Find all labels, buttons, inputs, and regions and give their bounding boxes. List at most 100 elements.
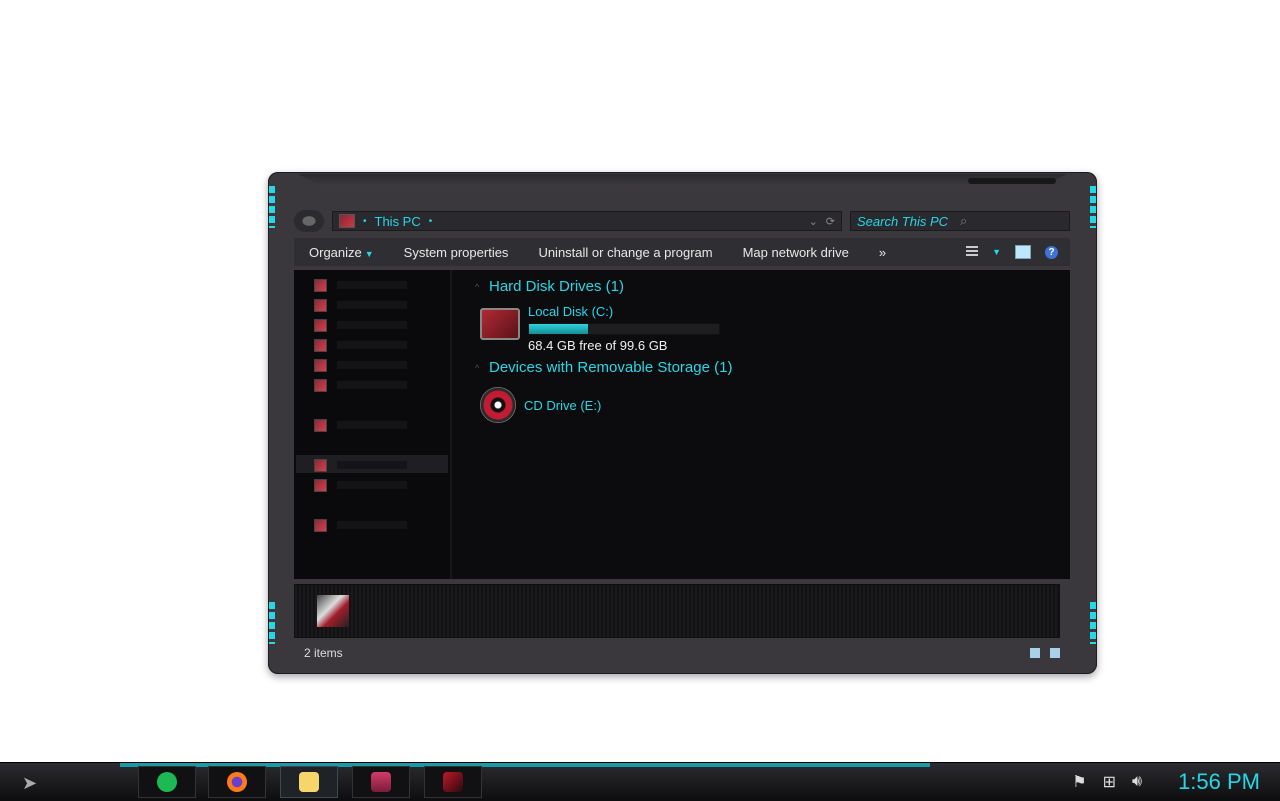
ssd-icon — [443, 772, 463, 792]
this-pc-icon — [317, 595, 349, 627]
nav-item-label — [337, 301, 407, 309]
spotify-icon — [157, 772, 177, 792]
change-view-icon[interactable] — [966, 246, 979, 258]
command-bar: Organize ▼ System properties Uninstall or… — [294, 238, 1070, 266]
taskbar: ➤ ⚑ ⊞ 🔊︎ 1:56 PM — [0, 762, 1280, 801]
chevron-down-icon[interactable]: ▼ — [992, 247, 1001, 257]
system-properties-button[interactable]: System properties — [389, 245, 524, 260]
pictures-icon — [314, 358, 327, 372]
organize-button[interactable]: Organize ▼ — [294, 245, 389, 260]
this-pc-icon — [371, 772, 391, 792]
this-pc-icon — [314, 458, 327, 472]
nav-item-label — [337, 521, 407, 529]
explorer-window: • This PC • ⌄ ⟳ Search This PC ⌕ Organiz… — [268, 172, 1097, 674]
drive-usage-fill — [529, 324, 588, 334]
homegroup-icon — [314, 418, 327, 432]
videos-icon — [314, 378, 327, 392]
nav-item[interactable] — [314, 478, 434, 492]
window-grip[interactable] — [968, 178, 1056, 184]
group-title: Hard Disk Drives (1) — [489, 278, 625, 295]
flag-icon[interactable]: ⚑ — [1072, 772, 1086, 792]
nav-item-label — [337, 321, 407, 329]
breadcrumb-chevron[interactable]: • — [429, 216, 433, 227]
details-pane — [294, 584, 1060, 638]
volume-icon[interactable]: 🔊︎ — [1132, 773, 1142, 791]
chevron-down-icon: ▼ — [364, 248, 374, 259]
large-icons-view-icon[interactable] — [1050, 648, 1060, 658]
nav-item-label — [337, 281, 407, 289]
group-header-hdd[interactable]: ^ Hard Disk Drives (1) — [475, 278, 624, 295]
system-tray: ⚑ ⊞ 🔊︎ 1:56 PM — [1072, 767, 1260, 797]
address-bar[interactable]: • This PC • ⌄ ⟳ — [332, 211, 842, 231]
preview-pane-icon[interactable] — [1015, 245, 1031, 259]
search-icon[interactable]: ⌕ — [960, 213, 1063, 229]
window-edge-accent — [1090, 602, 1096, 644]
cd-drive-icon — [480, 387, 516, 423]
this-pc-icon — [339, 214, 355, 228]
chevron-up-icon[interactable]: ^ — [475, 282, 483, 292]
breadcrumb-this-pc[interactable]: This PC — [375, 214, 421, 229]
download-icon — [314, 318, 327, 332]
drive-free-space: 68.4 GB free of 99.6 GB — [528, 338, 668, 353]
window-edge-accent — [1090, 186, 1096, 228]
network-icon[interactable]: ⊞ — [1103, 772, 1116, 792]
nav-item[interactable] — [314, 418, 434, 432]
chevron-down-icon[interactable]: ⌄ — [809, 215, 818, 228]
map-network-drive-button[interactable]: Map network drive — [728, 245, 864, 260]
drive-item-c[interactable]: Local Disk (C:) 68.4 GB free of 99.6 GB — [480, 304, 720, 353]
firefox-icon — [227, 772, 247, 792]
group-title: Devices with Removable Storage (1) — [489, 359, 733, 376]
document-icon — [314, 298, 327, 312]
drive-name: Local Disk (C:) — [528, 304, 614, 319]
nav-item[interactable] — [314, 278, 434, 292]
drive-icon — [314, 478, 327, 492]
help-icon[interactable]: ? — [1045, 245, 1058, 259]
nav-item[interactable] — [314, 318, 434, 332]
navigation-pane — [294, 270, 452, 579]
nav-item-label — [337, 361, 407, 369]
nav-item-label — [337, 461, 407, 469]
details-view-icon[interactable] — [1030, 648, 1040, 658]
file-view: ^ Hard Disk Drives (1) Local Disk (C:) 6… — [460, 270, 1070, 579]
uninstall-program-button[interactable]: Uninstall or change a program — [523, 245, 727, 260]
group-header-removable[interactable]: ^ Devices with Removable Storage (1) — [475, 359, 732, 376]
back-button[interactable] — [294, 210, 324, 232]
nav-item[interactable] — [314, 518, 434, 532]
item-count: 2 items — [304, 646, 343, 660]
taskbar-app-firefox[interactable] — [208, 766, 266, 798]
nav-item-label — [337, 481, 407, 489]
nav-item-label — [337, 421, 407, 429]
nav-item-label — [337, 341, 407, 349]
window-edge-accent — [269, 186, 275, 228]
drive-name: CD Drive (E:) — [524, 397, 602, 413]
taskbar-app-ssd[interactable] — [424, 766, 482, 798]
clock[interactable]: 1:56 PM — [1178, 769, 1260, 795]
main-panel: ^ Hard Disk Drives (1) Local Disk (C:) 6… — [294, 270, 1070, 579]
taskbar-app-file-explorer[interactable] — [280, 766, 338, 798]
organize-label: Organize — [309, 244, 362, 260]
window-edge-accent — [269, 602, 275, 644]
music-icon — [314, 338, 327, 352]
network-icon — [314, 518, 327, 532]
address-row: • This PC • ⌄ ⟳ Search This PC ⌕ — [294, 210, 1070, 232]
nav-item[interactable] — [314, 358, 434, 372]
nav-item[interactable] — [314, 378, 434, 392]
drive-usage-bar — [528, 323, 720, 335]
nav-item-label — [337, 381, 407, 389]
breadcrumb-separator: • — [363, 215, 367, 227]
refresh-icon[interactable]: ⟳ — [826, 215, 835, 228]
taskbar-app-this-pc[interactable] — [352, 766, 410, 798]
start-icon[interactable]: ➤ — [22, 773, 46, 797]
search-input[interactable]: Search This PC ⌕ — [850, 211, 1070, 231]
more-commands-button[interactable]: » — [864, 245, 901, 260]
taskbar-app-spotify[interactable] — [138, 766, 196, 798]
folder-icon — [314, 278, 327, 292]
search-placeholder: Search This PC — [857, 213, 949, 229]
nav-item-this-pc[interactable] — [314, 458, 434, 472]
chevron-up-icon[interactable]: ^ — [475, 363, 483, 373]
nav-item[interactable] — [314, 298, 434, 312]
hard-drive-icon — [480, 308, 520, 340]
drive-item-e[interactable]: CD Drive (E:) — [480, 387, 601, 423]
nav-item[interactable] — [314, 338, 434, 352]
status-bar: 2 items — [294, 642, 1070, 664]
